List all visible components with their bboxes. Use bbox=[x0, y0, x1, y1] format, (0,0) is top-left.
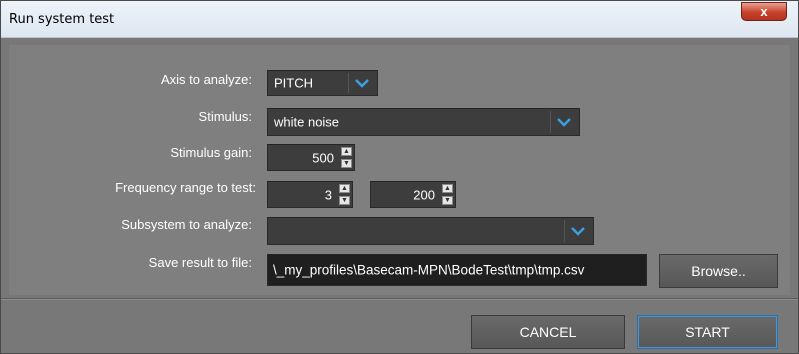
frequency-max-value: 200 bbox=[413, 187, 435, 202]
cancel-button[interactable]: CANCEL bbox=[471, 315, 625, 349]
frequency-max-spinner[interactable]: 200 ▲ ▼ bbox=[370, 181, 456, 208]
chevron-down-icon bbox=[564, 220, 591, 242]
stimulus-select-value: white noise bbox=[274, 114, 340, 130]
spinner-arrows-icon[interactable]: ▲ ▼ bbox=[442, 184, 453, 205]
close-icon: x bbox=[760, 4, 768, 19]
save-file-input[interactable]: \_my_profiles\Basecam-MPN\BodeTest\tmp\t… bbox=[267, 254, 647, 286]
frequency-label: Frequency range to test: bbox=[115, 180, 256, 195]
save-file-label: Save result to file: bbox=[148, 255, 252, 270]
frequency-min-value: 3 bbox=[324, 187, 332, 202]
frequency-min-spinner[interactable]: 3 ▲ ▼ bbox=[267, 181, 353, 208]
subsystem-label: Subsystem to analyze: bbox=[121, 217, 252, 232]
spinner-arrows-icon[interactable]: ▲ ▼ bbox=[341, 147, 352, 168]
start-button[interactable]: START bbox=[637, 315, 778, 349]
axis-select[interactable]: PITCH bbox=[267, 70, 378, 96]
dialog-window: Run system test x Axis to analyze: PITCH… bbox=[0, 0, 799, 354]
gain-value: 500 bbox=[312, 150, 334, 165]
stimulus-select[interactable]: white noise bbox=[267, 108, 580, 136]
stimulus-label: Stimulus: bbox=[198, 109, 252, 124]
gain-spinner[interactable]: 500 ▲ ▼ bbox=[267, 144, 355, 171]
axis-label: Axis to analyze: bbox=[160, 72, 252, 87]
spinner-arrows-icon[interactable]: ▲ ▼ bbox=[339, 184, 350, 205]
close-button[interactable]: x bbox=[741, 2, 787, 21]
title-bar: Run system test x bbox=[1, 1, 798, 38]
gain-label: Stimulus gain: bbox=[170, 145, 252, 160]
chevron-down-icon bbox=[550, 111, 577, 133]
footer-divider-highlight bbox=[1, 299, 798, 300]
subsystem-select[interactable] bbox=[267, 217, 594, 245]
save-file-path: \_my_profiles\Basecam-MPN\BodeTest\tmp\t… bbox=[273, 262, 585, 278]
browse-button[interactable]: Browse.. bbox=[659, 254, 778, 288]
chevron-down-icon bbox=[348, 73, 375, 93]
window-title: Run system test bbox=[9, 12, 115, 27]
axis-select-value: PITCH bbox=[274, 75, 313, 91]
